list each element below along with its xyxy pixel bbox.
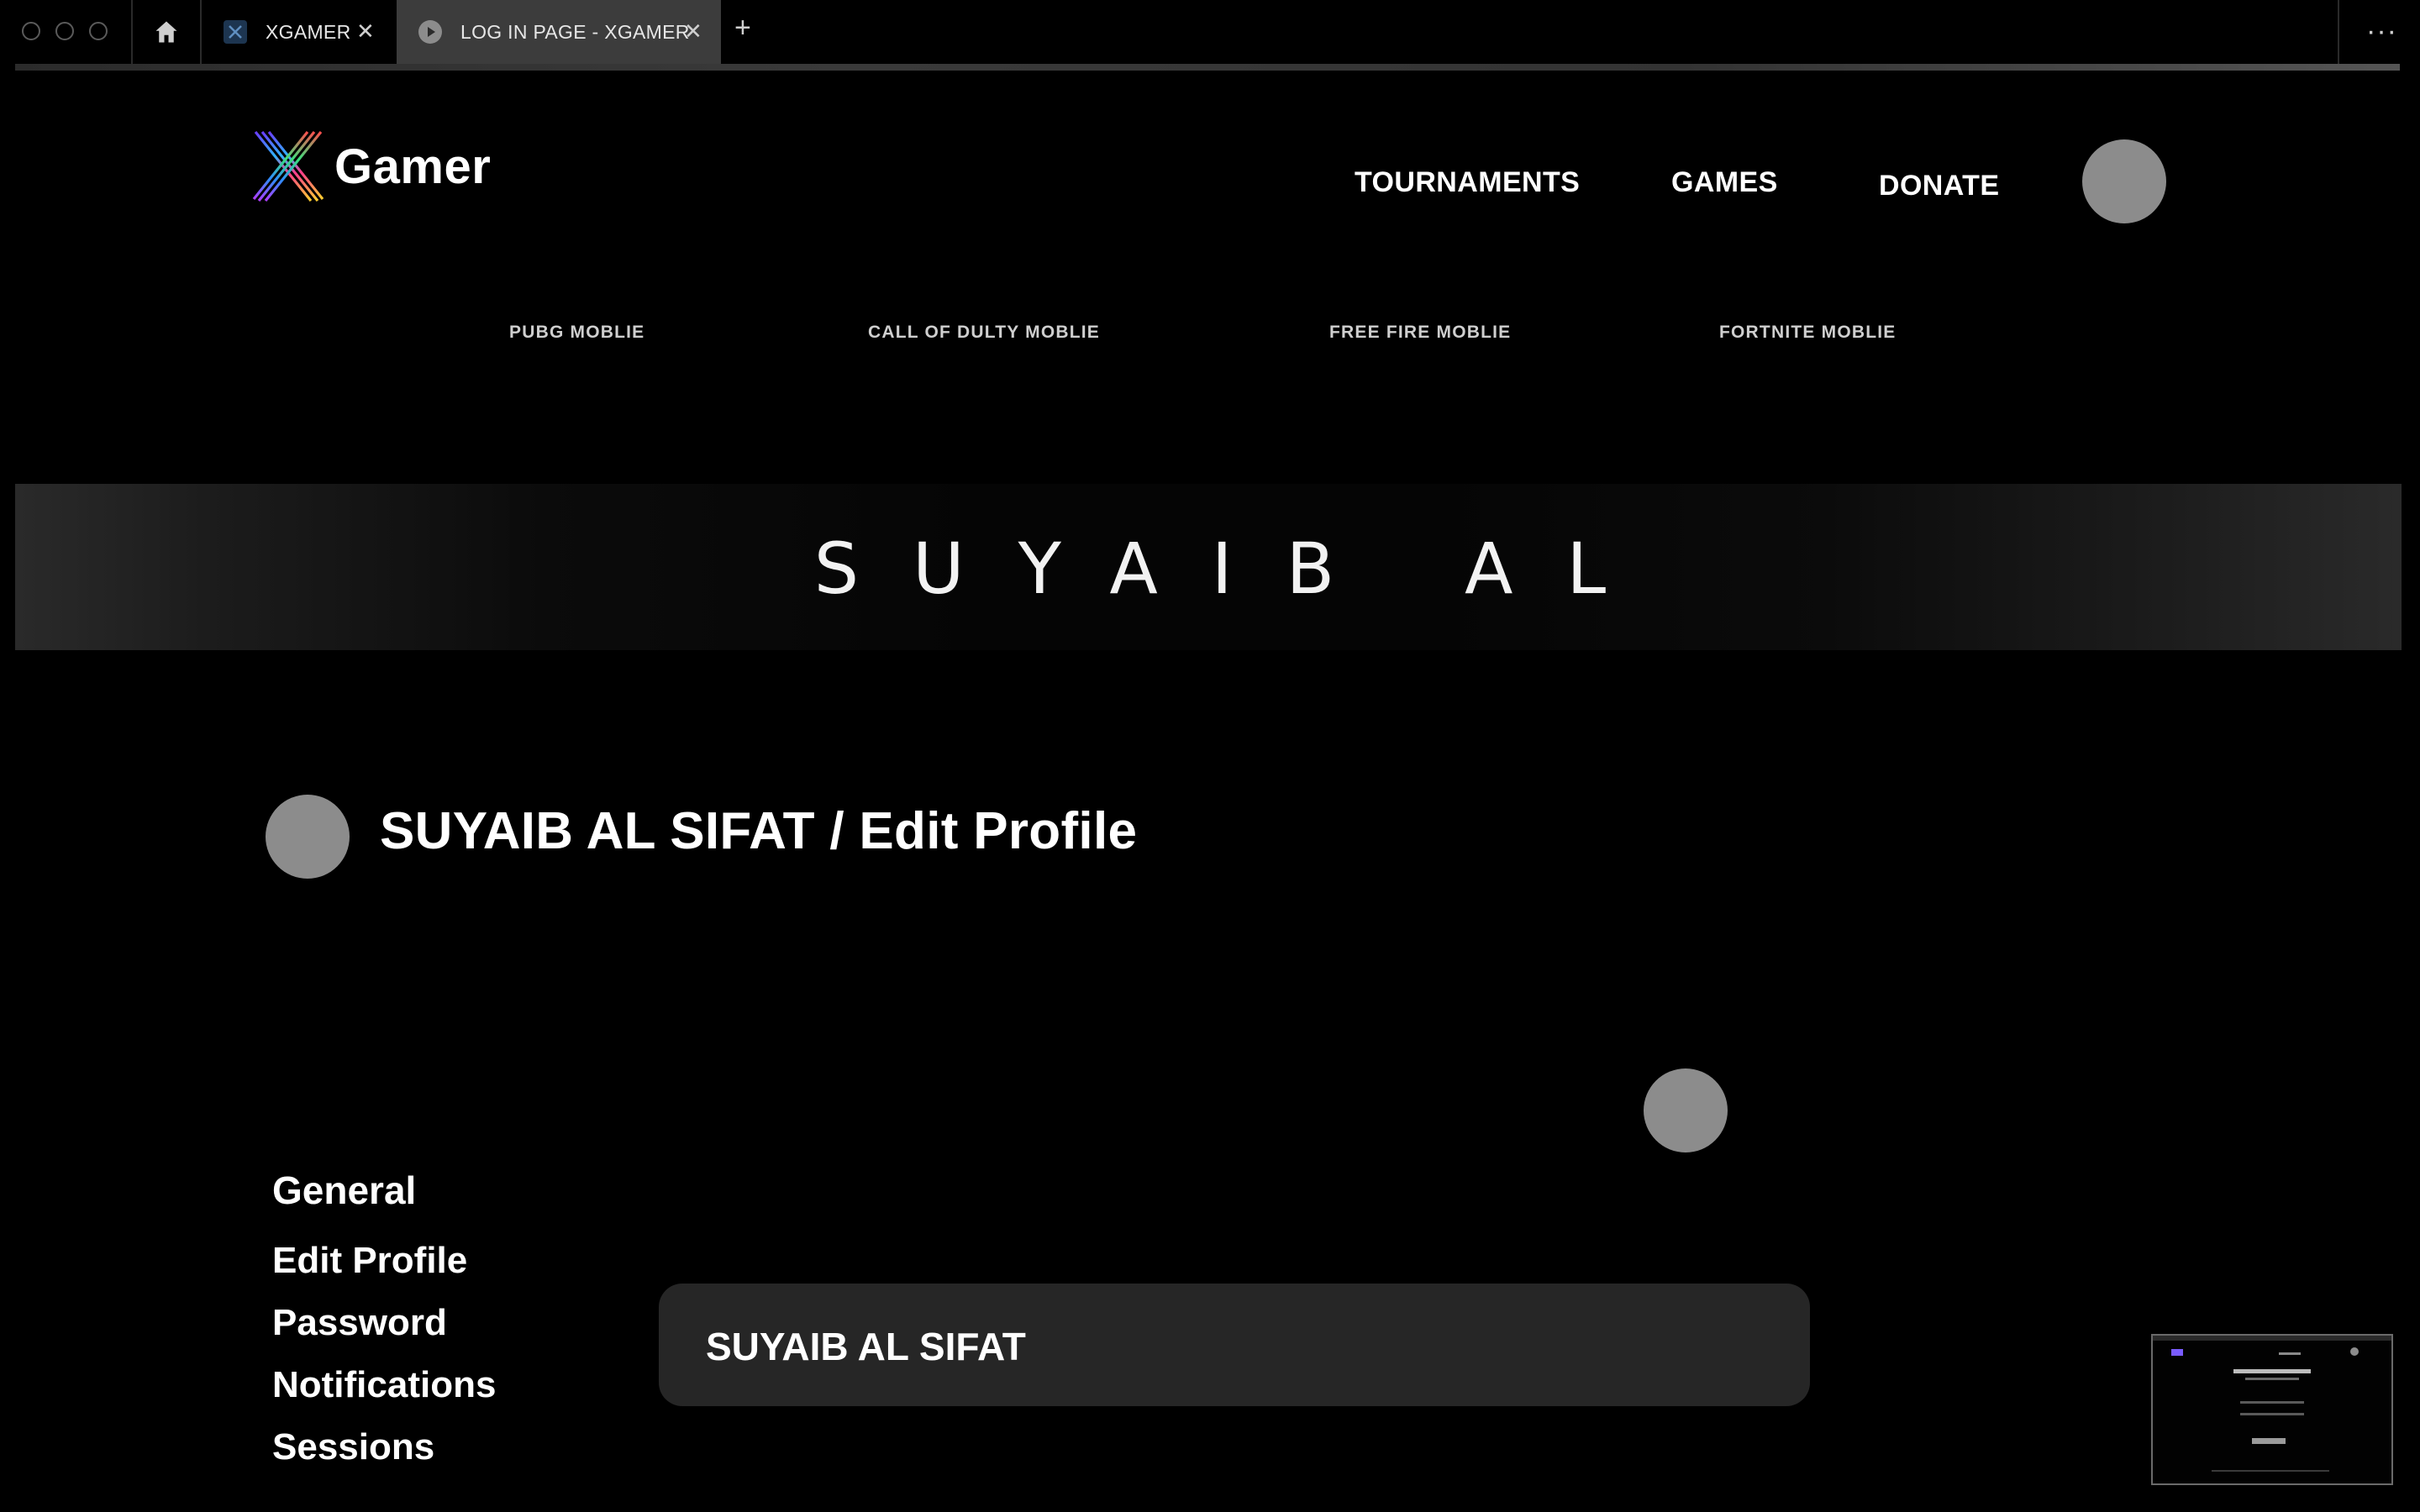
window-minimize-control[interactable] [55, 22, 74, 40]
logo-text: Gamer [334, 139, 492, 194]
xgamer-logo-icon [252, 130, 324, 202]
settings-heading: General [272, 1168, 417, 1212]
game-link-fortnite[interactable]: FORTNITE MOBLIE [1719, 323, 1897, 343]
nav-tournaments[interactable]: TOURNAMENTS [1355, 166, 1580, 199]
nav-donate[interactable]: DONATE [1879, 170, 1999, 202]
window-close-control[interactable] [22, 22, 40, 40]
settings-item-notifications[interactable]: Notifications [272, 1364, 496, 1406]
game-link-pubg[interactable]: PUBG MOBLIE [509, 323, 644, 343]
settings-item-password[interactable]: Password [272, 1302, 447, 1344]
tab-login-page[interactable]: LOG IN PAGE - XGAMER ✕ [397, 0, 721, 64]
window-maximize-control[interactable] [89, 22, 108, 40]
more-icon[interactable]: ··· [2366, 15, 2397, 48]
home-button[interactable] [133, 0, 200, 64]
play-favicon-icon [418, 20, 442, 44]
page-title: SUYAIB AL SIFAT / Edit Profile [380, 802, 1138, 860]
browser-toolbar: XGAMER ✕ LOG IN PAGE - XGAMER ✕ + ··· [0, 0, 2420, 64]
new-tab-button[interactable]: + [734, 12, 751, 45]
name-field[interactable]: SUYAIB AL SIFAT [659, 1284, 1810, 1406]
tab-xgamer[interactable]: XGAMER ✕ [202, 0, 395, 64]
xgamer-favicon-icon [224, 20, 247, 44]
page-minimap[interactable] [2151, 1334, 2393, 1485]
settings-item-edit-profile[interactable]: Edit Profile [272, 1240, 467, 1282]
tab-title: LOG IN PAGE - XGAMER [460, 20, 690, 43]
name-field-value: SUYAIB AL SIFAT [706, 1325, 1026, 1368]
toolbar-divider [2338, 0, 2339, 64]
nav-games[interactable]: GAMES [1671, 166, 1778, 199]
home-icon [155, 21, 177, 43]
game-link-free-fire[interactable]: FREE FIRE MOBLIE [1329, 323, 1511, 343]
edit-avatar[interactable] [1644, 1068, 1728, 1152]
settings-item-sessions[interactable]: Sessions [272, 1426, 434, 1468]
header-avatar[interactable] [2082, 139, 2166, 223]
tab-title: XGAMER [266, 20, 351, 43]
close-icon[interactable]: ✕ [684, 18, 702, 45]
site-logo[interactable]: Gamer [252, 128, 496, 205]
banner-username: SUYAIB AL [813, 528, 1660, 610]
minimap-preview-icon [2153, 1336, 2391, 1472]
page-load-bar [15, 64, 2400, 71]
game-link-call-of-duty[interactable]: CALL OF DULTY MOBLIE [868, 323, 1100, 343]
close-icon[interactable]: ✕ [356, 18, 375, 45]
profile-avatar [266, 795, 350, 879]
